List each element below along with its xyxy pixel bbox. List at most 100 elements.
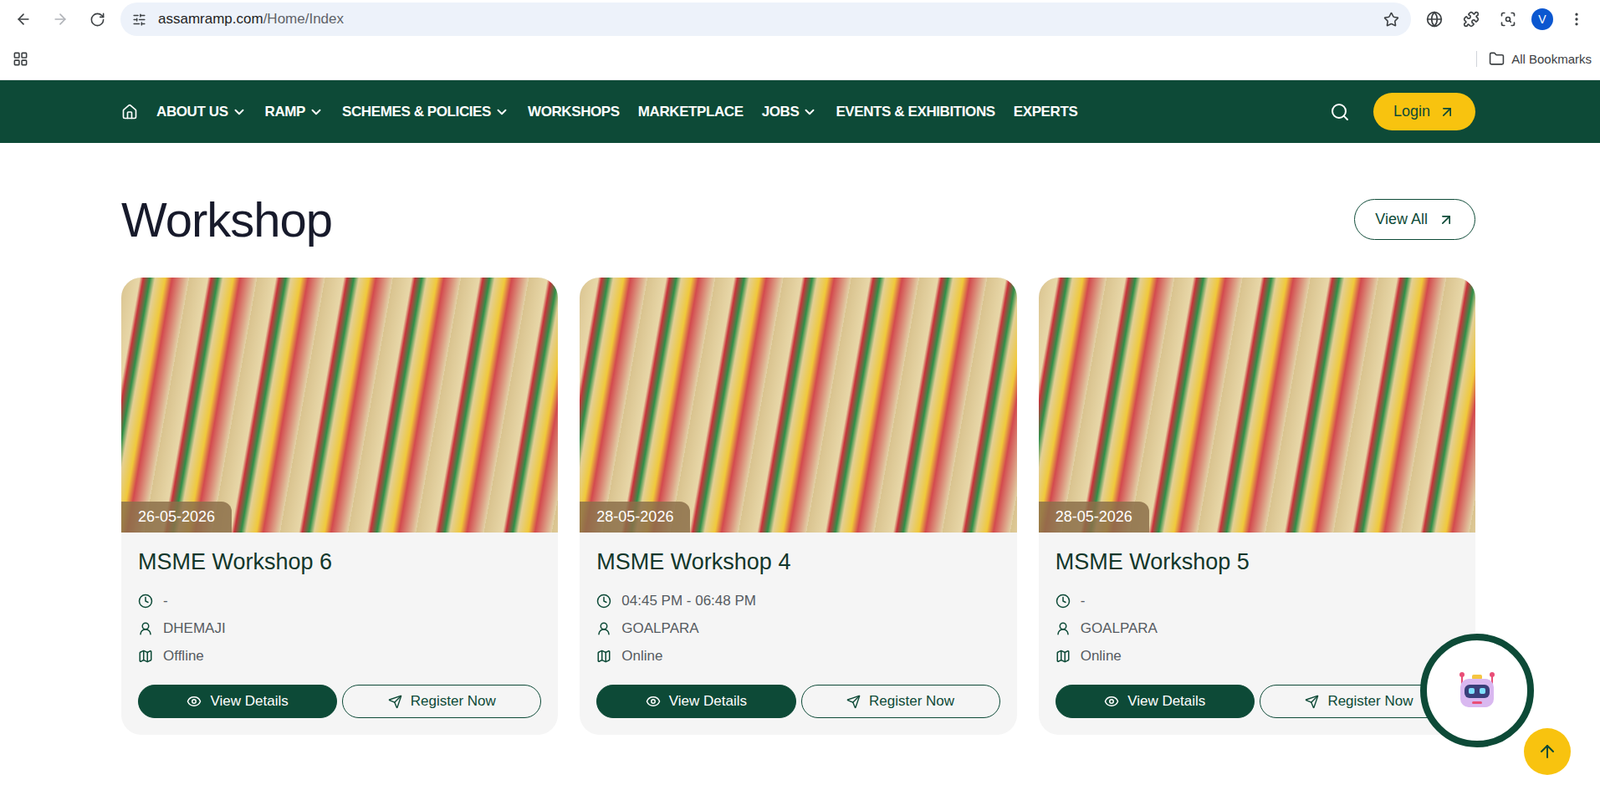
arrow-up-right-icon: [1438, 103, 1456, 121]
clock-icon: [138, 593, 154, 609]
card-title: MSME Workshop 4: [596, 549, 1000, 576]
site-nav: ABOUT US RAMP SCHEMES & POLICIES WORKSHOPS M…: [0, 80, 1600, 144]
card-actions: View DetailsRegister Now: [1055, 684, 1459, 719]
search-icon[interactable]: [1329, 102, 1350, 123]
browser-toolbar: assamramp.com/Home/Index V: [0, 0, 1600, 39]
card-body: MSME Workshop 6-DHEMAJIOfflineView Detai…: [121, 532, 558, 736]
eye-icon: [645, 694, 661, 710]
workshop-card: 26-05-2026MSME Workshop 6-DHEMAJIOffline…: [121, 277, 558, 736]
date-badge: 26-05-2026: [121, 501, 232, 533]
url-text: assamramp.com/Home/Index: [158, 10, 1372, 28]
arrow-up-right-icon: [1437, 211, 1455, 229]
workshop-section: WorkshopView All26-05-2026MSME Workshop …: [0, 143, 1600, 736]
nav-right: Login: [1329, 92, 1476, 131]
chevron-down-icon: [802, 104, 818, 120]
reload-icon: [89, 11, 106, 28]
person-icon: [596, 621, 612, 637]
card-title: MSME Workshop 5: [1055, 549, 1459, 576]
register-button[interactable]: Register Now: [801, 684, 1001, 719]
card-actions: View DetailsRegister Now: [138, 684, 542, 719]
nav-item[interactable]: RAMP: [265, 103, 324, 121]
workshop-photo: 26-05-2026: [121, 277, 558, 533]
clock-icon: [596, 593, 612, 609]
more-icon: [1568, 10, 1585, 28]
person-icon: [138, 621, 154, 637]
map-icon: [596, 649, 612, 665]
nav-item[interactable]: ABOUT US: [156, 103, 247, 121]
login-button[interactable]: Login: [1373, 92, 1476, 131]
register-button[interactable]: Register Now: [342, 684, 542, 719]
extension-button[interactable]: [1421, 5, 1448, 33]
mode-row: Online: [1055, 642, 1459, 670]
nav-item[interactable]: WORKSHOPS: [527, 103, 620, 121]
bookmarks-bar: All Bookmarks: [0, 38, 1600, 81]
nav-item[interactable]: EVENTS & EXHIBITIONS: [835, 103, 995, 121]
view-details-button[interactable]: View Details: [596, 684, 796, 719]
all-bookmarks[interactable]: All Bookmarks: [1476, 51, 1592, 67]
back-arrow-icon: [15, 10, 32, 28]
time-row: -: [138, 587, 542, 615]
date-badge: 28-05-2026: [579, 501, 691, 533]
folder-icon: [1488, 51, 1505, 67]
section-title: Workshop: [121, 191, 333, 248]
chevron-down-icon: [231, 104, 247, 120]
send-icon: [846, 695, 861, 710]
back-button[interactable]: [10, 5, 37, 33]
star-icon[interactable]: [1383, 11, 1400, 28]
mode-row: Online: [596, 642, 1000, 670]
nav-item[interactable]: SCHEMES & POLICIES: [342, 103, 510, 121]
location-row: GOALPARA: [596, 614, 1000, 643]
extensions-button[interactable]: [1457, 5, 1485, 33]
time-row: 04:45 PM - 06:48 PM: [596, 587, 1000, 615]
workshop-grid: 26-05-2026MSME Workshop 6-DHEMAJIOffline…: [121, 277, 1476, 736]
forward-button[interactable]: [46, 5, 74, 33]
robot-icon: [1453, 667, 1501, 715]
date-badge: 28-05-2026: [1038, 501, 1150, 533]
view-all-button[interactable]: View All: [1354, 199, 1476, 241]
card-actions: View DetailsRegister Now: [596, 684, 1000, 719]
forward-arrow-icon: [51, 10, 69, 28]
location-row: DHEMAJI: [138, 614, 542, 643]
scroll-top-button[interactable]: [1523, 728, 1571, 776]
lens-button[interactable]: [1494, 5, 1522, 33]
menu-button[interactable]: [1563, 5, 1590, 33]
nav-item[interactable]: MARKETPLACE: [638, 103, 744, 121]
nav-item[interactable]: EXPERTS: [1013, 103, 1079, 121]
map-icon: [138, 649, 154, 665]
card-body: MSME Workshop 5 -GOALPARAOnline View Detai…: [1038, 532, 1476, 736]
arrow-up-icon: [1537, 741, 1558, 762]
scan-search-icon: [1499, 10, 1517, 28]
mode-row: Offline: [138, 642, 542, 670]
section-header: Workshop View All: [121, 191, 1476, 248]
chatbot-button[interactable]: [1420, 633, 1534, 748]
workshop-card: 28-05-2026 MSME Workshop 5 -GOALPARAOnline…: [1038, 277, 1476, 736]
home-icon[interactable]: [121, 103, 139, 121]
send-icon: [388, 695, 403, 710]
puzzle-icon: [1462, 10, 1480, 28]
apps-button[interactable]: [6, 46, 34, 73]
reload-button[interactable]: [83, 5, 111, 33]
browser-page: assamramp.com/Home/Index V All Bookmarks AB…: [0, 0, 1600, 790]
eye-icon: [186, 694, 202, 710]
site-info-icon: [132, 12, 147, 27]
nav-item[interactable]: JOBS: [761, 103, 818, 121]
chevron-down-icon: [308, 104, 324, 120]
workshop-photo: 28-05-2026: [579, 277, 1017, 533]
nav-items: ABOUT US RAMP SCHEMES & POLICIES WORKSHOPS M…: [121, 103, 1078, 121]
apps-grid-icon: [12, 51, 29, 67]
chevron-down-icon: [494, 104, 510, 120]
profile-avatar[interactable]: V: [1531, 8, 1554, 31]
view-details-button[interactable]: View Details: [1055, 684, 1255, 719]
eye-icon: [1104, 694, 1120, 710]
location-row: GOALPARA: [1055, 614, 1459, 643]
workshop-photo: 28-05-2026: [1038, 277, 1476, 533]
clock-icon: [1055, 593, 1071, 609]
map-icon: [1055, 649, 1071, 665]
person-icon: [1055, 621, 1071, 637]
workshop-card: 28-05-2026 MSME Workshop 4 04:45 PM - 06:4…: [579, 277, 1017, 736]
address-bar[interactable]: assamramp.com/Home/Index: [120, 2, 1411, 36]
card-body: MSME Workshop 4 04:45 PM - 06:48 PMGOALPA…: [579, 532, 1017, 736]
view-details-button[interactable]: View Details: [138, 684, 338, 719]
send-icon: [1304, 695, 1319, 710]
time-row: -: [1055, 587, 1459, 615]
